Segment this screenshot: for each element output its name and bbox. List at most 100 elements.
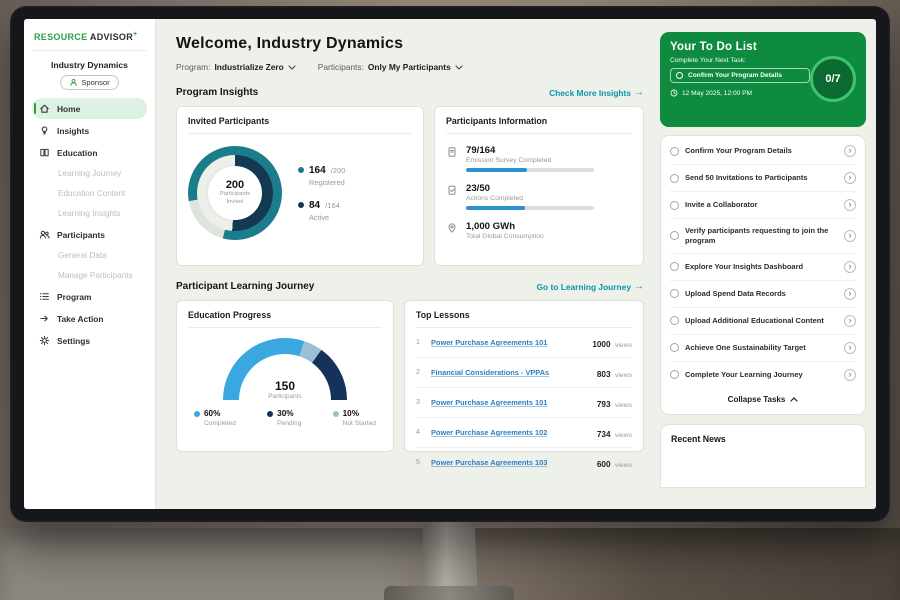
sidebar: RESOURCE ADVISOR+ Industry Dynamics Spon… xyxy=(24,19,156,509)
sidebar-item-insights[interactable]: Insights xyxy=(32,120,147,141)
participants-information-card: Participants Information 79/164 Emission… xyxy=(434,106,644,266)
task-row[interactable]: Send 50 Invitations to Participants xyxy=(670,165,856,192)
lesson-views: 600 views xyxy=(597,454,632,472)
logo-text-resource: RESOURCE xyxy=(34,32,87,42)
views-word: views xyxy=(615,342,632,349)
stat-value: 79/164 xyxy=(466,145,594,156)
task-label: Achieve One Sustainability Target xyxy=(685,343,838,353)
chevron-right-icon[interactable] xyxy=(844,261,856,273)
checkbox-circle-icon[interactable] xyxy=(670,370,679,379)
participants-select[interactable]: Participants: Only My Participants xyxy=(318,62,463,72)
chevron-right-icon[interactable] xyxy=(844,230,856,242)
sidebar-item-learning-journey[interactable]: Learning Journey xyxy=(32,164,147,183)
lesson-row: 3 Power Purchase Agreements 101 793 view… xyxy=(416,388,632,418)
next-task-chip[interactable]: Confirm Your Program Details xyxy=(670,68,810,83)
legend-suffix: /200 xyxy=(331,166,346,175)
legend-value: 60% xyxy=(204,409,220,418)
task-row[interactable]: Complete Your Learning Journey xyxy=(670,362,856,388)
chevron-right-icon[interactable] xyxy=(844,288,856,300)
due-date-label: 12 May 2025, 12:00 PM xyxy=(682,90,752,97)
checkbox-circle-icon[interactable] xyxy=(670,201,679,210)
lesson-link[interactable]: Power Purchase Agreements 101 xyxy=(431,338,585,347)
sidebar-item-general-data[interactable]: General Data xyxy=(32,246,147,265)
chevron-right-icon[interactable] xyxy=(844,199,856,211)
donut-legend: 164 /200 Registered 84 /164 xyxy=(298,165,345,222)
checkbox-circle-icon[interactable] xyxy=(670,231,679,240)
card-title: Participants Information xyxy=(446,116,632,134)
progress-fill xyxy=(466,206,525,210)
checkbox-circle-icon[interactable] xyxy=(670,316,679,325)
task-row[interactable]: Explore Your Insights Dashboard xyxy=(670,254,856,281)
participants-select-label: Participants: xyxy=(318,62,364,72)
lesson-row: 5 Power Purchase Agreements 103 600 view… xyxy=(416,448,632,477)
book-icon xyxy=(39,147,50,158)
check-more-insights-link[interactable]: Check More Insights xyxy=(549,87,644,98)
org-name: Industry Dynamics xyxy=(32,60,147,70)
sponsor-badge[interactable]: Sponsor xyxy=(60,75,118,90)
sidebar-item-education[interactable]: Education xyxy=(32,142,147,163)
lesson-link[interactable]: Financial Considerations - VPPAs xyxy=(431,368,590,377)
views-word: views xyxy=(615,462,632,469)
sidebar-item-education-content[interactable]: Education Content xyxy=(32,184,147,203)
collapse-tasks-label: Collapse Tasks xyxy=(728,395,786,404)
lesson-rank: 5 xyxy=(416,459,424,466)
task-row[interactable]: Verify participants requesting to join t… xyxy=(670,219,856,254)
sidebar-item-learning-insights[interactable]: Learning Insights xyxy=(32,204,147,223)
collapse-tasks-button[interactable]: Collapse Tasks xyxy=(670,388,856,412)
learning-cards-row: Education Progress 150 Participants 60 xyxy=(176,300,644,452)
gear-icon xyxy=(39,335,50,346)
sidebar-item-take-action[interactable]: Take Action xyxy=(32,308,147,329)
chevron-right-icon[interactable] xyxy=(844,172,856,184)
views-count: 1000 xyxy=(592,340,610,349)
checkbox-circle-icon[interactable] xyxy=(670,174,679,183)
sidebar-item-participants[interactable]: Participants xyxy=(32,224,147,245)
checkbox-circle-icon[interactable] xyxy=(676,72,683,79)
task-row[interactable]: Invite a Collaborator xyxy=(670,192,856,219)
legend-value: 164 xyxy=(309,165,326,176)
arrow-right-icon xyxy=(634,281,644,292)
stat-label: Actions Completed xyxy=(466,195,594,202)
card-title: Education Progress xyxy=(188,310,382,328)
sidebar-item-home[interactable]: Home xyxy=(32,98,147,119)
chevron-down-icon xyxy=(455,65,463,70)
top-lessons-card: Top Lessons 1 Power Purchase Agreements … xyxy=(404,300,644,452)
lesson-link[interactable]: Power Purchase Agreements 103 xyxy=(431,458,590,467)
stat-global-consumption: 1,000 GWh Total Global Consumption xyxy=(446,221,632,240)
app-logo: RESOURCE ADVISOR+ xyxy=(32,29,147,51)
task-row[interactable]: Achieve One Sustainability Target xyxy=(670,335,856,362)
legend-label: Registered xyxy=(309,178,345,187)
program-select[interactable]: Program: Industrialize Zero xyxy=(176,62,296,72)
lesson-rank: 2 xyxy=(416,369,424,376)
legend-item-pending: 30% Pending xyxy=(267,409,301,427)
lesson-row: 4 Power Purchase Agreements 102 734 view… xyxy=(416,418,632,448)
task-label: Invite a Collaborator xyxy=(685,200,838,210)
legend-item-not-started: 10% Not Started xyxy=(333,409,376,427)
checkbox-circle-icon[interactable] xyxy=(670,262,679,271)
task-label: Send 50 Invitations to Participants xyxy=(685,173,838,183)
checkbox-circle-icon[interactable] xyxy=(670,289,679,298)
sidebar-item-settings[interactable]: Settings xyxy=(32,330,147,351)
sidebar-nav: Home Insights Education Learning Journey xyxy=(32,98,147,351)
sidebar-item-program[interactable]: Program xyxy=(32,286,147,307)
lesson-rank: 4 xyxy=(416,429,424,436)
sidebar-item-label: Learning Insights xyxy=(58,209,120,218)
chevron-right-icon[interactable] xyxy=(844,145,856,157)
lesson-rank: 1 xyxy=(416,339,424,346)
views-word: views xyxy=(615,432,632,439)
checkbox-circle-icon[interactable] xyxy=(670,147,679,156)
task-row[interactable]: Confirm Your Program Details xyxy=(670,138,856,165)
list-icon xyxy=(39,291,50,302)
chevron-right-icon[interactable] xyxy=(844,369,856,381)
task-row[interactable]: Upload Spend Data Records xyxy=(670,281,856,308)
chevron-right-icon[interactable] xyxy=(844,315,856,327)
stat-actions-completed: 23/50 Actions Completed xyxy=(446,183,632,210)
checkbox-circle-icon[interactable] xyxy=(670,343,679,352)
lesson-views: 793 views xyxy=(597,394,632,412)
lesson-link[interactable]: Power Purchase Agreements 101 xyxy=(431,398,590,407)
go-to-learning-journey-link[interactable]: Go to Learning Journey xyxy=(537,281,644,292)
sidebar-item-manage-participants[interactable]: Manage Participants xyxy=(32,266,147,285)
task-row[interactable]: Upload Additional Educational Content xyxy=(670,308,856,335)
sidebar-item-label: Settings xyxy=(57,336,90,346)
lesson-link[interactable]: Power Purchase Agreements 102 xyxy=(431,428,590,437)
chevron-right-icon[interactable] xyxy=(844,342,856,354)
